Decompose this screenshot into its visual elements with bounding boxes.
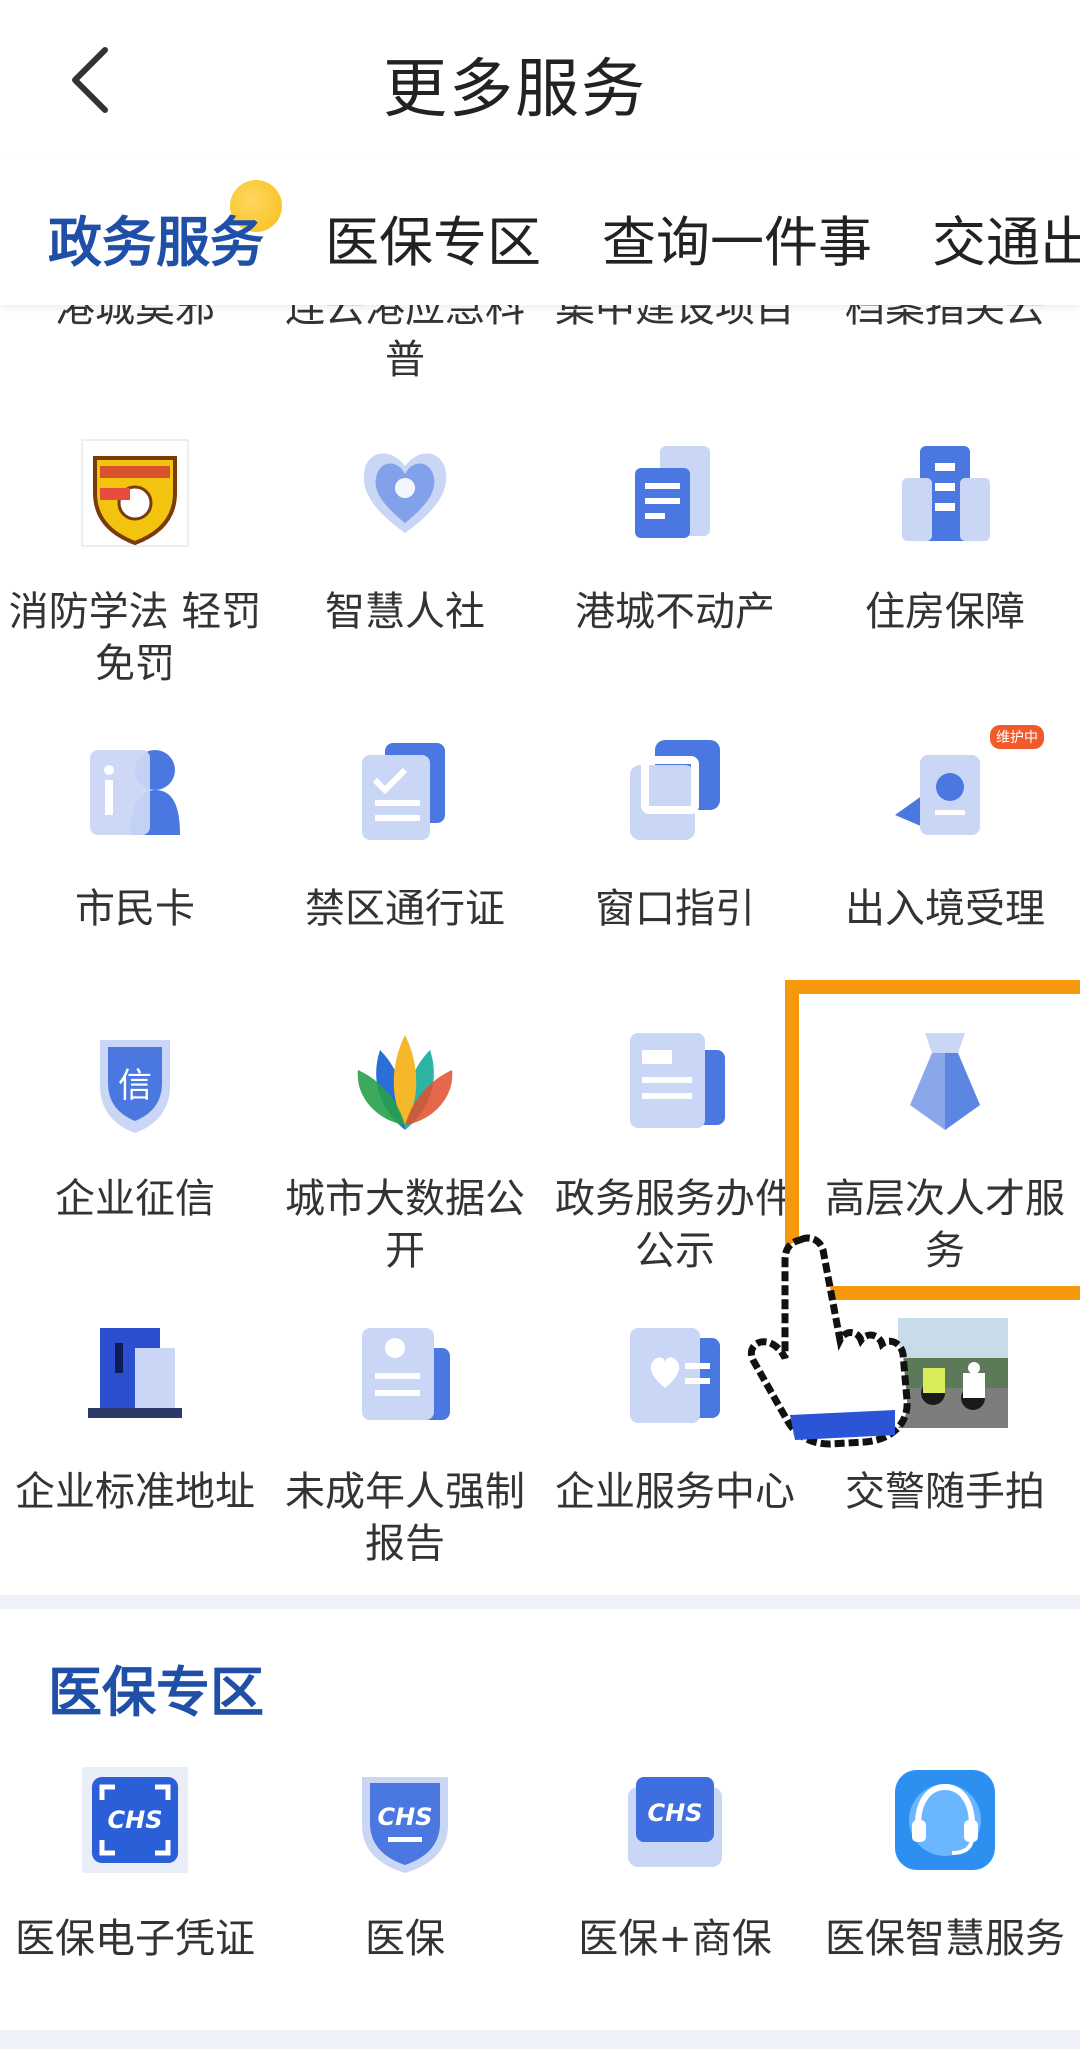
service-window-guide[interactable]: 窗口指引 — [540, 735, 810, 945]
medical-item-commercial[interactable]: CHS 医保+商保 — [540, 1765, 810, 1965]
service-real-estate[interactable]: 港城不动产 — [540, 438, 810, 688]
service-standard-address[interactable]: 企业标准地址 — [0, 1318, 270, 1568]
service-label: 智慧人社 — [325, 589, 485, 635]
svg-text:CHS: CHS — [378, 1803, 433, 1831]
service-enterprise-credit[interactable]: 信 企业征信 — [0, 1025, 270, 1275]
page-title: 更多服务 — [383, 53, 647, 127]
service-label: 出入境受理 — [845, 886, 1045, 932]
window-icon — [630, 740, 720, 840]
section-title-medical: 医保专区 — [48, 1661, 264, 1724]
service-fire-safety[interactable]: 消防学法 轻罚 免罚 — [0, 438, 270, 688]
service-label: 禁区通行证 — [305, 886, 505, 932]
medical-label: 医保智慧服务 — [825, 1916, 1065, 1962]
passport-icon — [895, 755, 980, 835]
service-restricted-permit[interactable]: 禁区通行证 — [270, 735, 540, 945]
tab-transport[interactable]: 交通出 — [932, 198, 1080, 277]
tab-query[interactable]: 查询一件事 — [602, 198, 872, 277]
service-entry-exit[interactable]: 维护中 出入境受理 — [810, 725, 1080, 945]
service-city-big-data[interactable]: 城市大数据公 开 — [270, 1025, 540, 1275]
service-housing[interactable]: 住房保障 — [810, 438, 1080, 688]
service-label: 未成年人强制 报告 — [285, 1469, 525, 1567]
medical-label: 医保电子凭证 — [15, 1916, 255, 1962]
service-label: 城市大数据公 开 — [285, 1176, 525, 1274]
chs-scan-icon: CHS — [82, 1767, 188, 1873]
heart-hands-icon — [363, 453, 447, 533]
credit-shield-icon: 信 — [100, 1040, 170, 1133]
service-label: 企业征信 — [55, 1176, 215, 1222]
service-label: 企业服务中心 — [555, 1469, 795, 1515]
chs-card-icon: CHS — [628, 1777, 722, 1867]
permit-doc-icon — [362, 743, 445, 840]
svg-text:CHS: CHS — [648, 1799, 703, 1827]
service-citizen-card[interactable]: 市民卡 — [0, 735, 270, 945]
maintenance-badge: 维护中 — [990, 725, 1044, 749]
chs-shield-icon: CHS — [362, 1777, 448, 1873]
header: 更多服务 — [0, 0, 1080, 160]
tab-government-services[interactable]: 政务服务 — [48, 198, 264, 277]
service-label: 住房保障 — [865, 589, 1025, 635]
address-building-icon — [88, 1328, 182, 1418]
fire-safety-logo — [81, 439, 189, 547]
service-smart-hr[interactable]: 智慧人社 — [270, 438, 540, 688]
headset-icon — [895, 1770, 995, 1870]
service-label: 消防学法 轻罚 免罚 — [8, 589, 262, 687]
medical-item-insurance[interactable]: CHS 医保 — [270, 1765, 540, 1965]
medical-label: 医保+商保 — [578, 1916, 772, 1962]
tab-bar: 政务服务 医保专区 查询一件事 交通出 — [0, 160, 1080, 305]
building-doc-icon — [635, 446, 710, 538]
service-label: 市民卡 — [75, 886, 195, 932]
service-label: 交警随手拍 — [845, 1469, 1045, 1515]
tab-medical-insurance[interactable]: 医保专区 — [325, 198, 541, 277]
medical-item-smart-service[interactable]: 医保智慧服务 — [810, 1765, 1080, 1965]
bottom-divider — [0, 2030, 1080, 2049]
service-label: 企业标准地址 — [15, 1469, 255, 1515]
report-doc-icon — [362, 1328, 450, 1420]
medical-item-e-voucher[interactable]: CHS 医保电子凭证 — [0, 1765, 270, 1965]
svg-text:CHS: CHS — [108, 1806, 163, 1834]
svg-text:信: 信 — [118, 1066, 152, 1106]
service-label: 港城不动产 — [575, 589, 775, 635]
service-label: 窗口指引 — [595, 886, 755, 932]
notice-doc-icon — [630, 1033, 725, 1128]
service-minor-report[interactable]: 未成年人强制 报告 — [270, 1318, 540, 1568]
citizen-card-icon — [90, 750, 180, 835]
lotus-logo — [357, 1035, 453, 1130]
pointing-hand-icon — [747, 1234, 911, 1448]
apartment-icon — [902, 446, 990, 541]
section-divider — [0, 1595, 1080, 1609]
enterprise-heart-icon — [630, 1328, 720, 1423]
medical-label: 医保 — [365, 1916, 445, 1962]
